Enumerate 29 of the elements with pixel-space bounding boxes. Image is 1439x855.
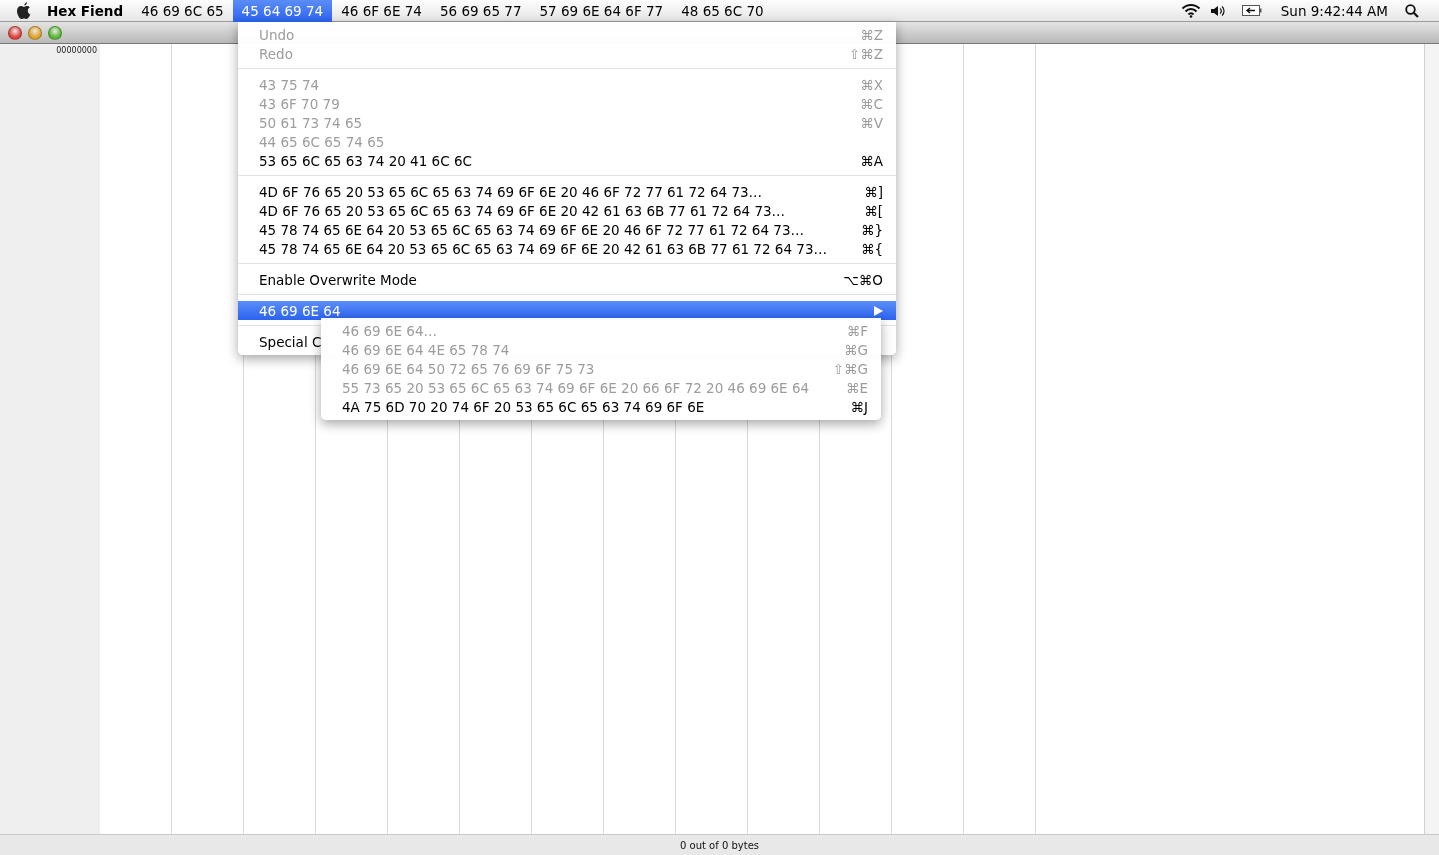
menu-item[interactable]: 4A 75 6D 70 20 74 6F 20 53 65 6C 65 63 74 69 6F 6E ⌘J	[321, 397, 881, 416]
menu-item[interactable]: 45 78 74 65 6E 64 20 53 65 6C 65 63 74 69 6F 6E 20 46 6F 72 77 61 72 64 73… ⌘}	[238, 220, 896, 239]
menubar-clock[interactable]: Sun 9:42:44 AM	[1271, 0, 1397, 22]
apple-logo-icon	[16, 1, 32, 20]
scrollbar-track[interactable]	[1424, 44, 1439, 834]
menu-item[interactable]: Special C	[238, 332, 322, 351]
submenu-arrow-icon	[874, 305, 883, 316]
wifi-icon	[1180, 3, 1201, 18]
menu-item[interactable]: 4D 6F 76 65 20 53 65 6C 65 63 74 69 6F 6E 20 46 6F 72 77 61 72 64 73… ⌘]	[238, 182, 896, 201]
minimize-window-button[interactable]	[28, 25, 42, 40]
menu-item[interactable]: 53 65 6C 65 63 74 20 41 6C 6C ⌘A	[238, 151, 896, 170]
menu-title[interactable]: 56 69 65 77	[430, 0, 531, 22]
menu-item[interactable]: 4D 6F 76 65 20 53 65 6C 65 63 74 69 6F 6E 20 42 61 63 6B 77 61 72 64 73… ⌘[	[238, 201, 896, 220]
menu-title[interactable]: 48 65 6C 70	[672, 0, 773, 22]
menu-item[interactable]: 45 78 74 65 6E 64 20 53 65 6C 65 63 74 69 6F 6E 20 42 61 63 6B 77 61 72 64 73… ⌘{	[238, 239, 896, 258]
close-window-button[interactable]	[8, 25, 22, 40]
menu-item[interactable]: 46 69 6E 64	[238, 301, 896, 320]
menu-item[interactable]: Enable Overwrite Mode ⌥⌘O	[238, 270, 896, 289]
menu-title[interactable]: 46 6F 6E 74	[332, 0, 431, 22]
offset-label: 00000000	[56, 45, 98, 55]
menu-title[interactable]: 45 64 69 74	[232, 0, 333, 22]
speaker-icon	[1210, 4, 1226, 17]
search-icon	[1405, 3, 1419, 18]
battery-icon	[1241, 5, 1262, 16]
menu-title[interactable]: 57 69 6E 64 6F 77	[530, 0, 673, 22]
status-text: 0 out of 0 bytes	[680, 839, 759, 851]
app-menu[interactable]: Hex Fiend	[38, 0, 133, 22]
zoom-window-button[interactable]	[48, 25, 62, 40]
menu-title[interactable]: 46 69 6C 65	[132, 0, 233, 22]
